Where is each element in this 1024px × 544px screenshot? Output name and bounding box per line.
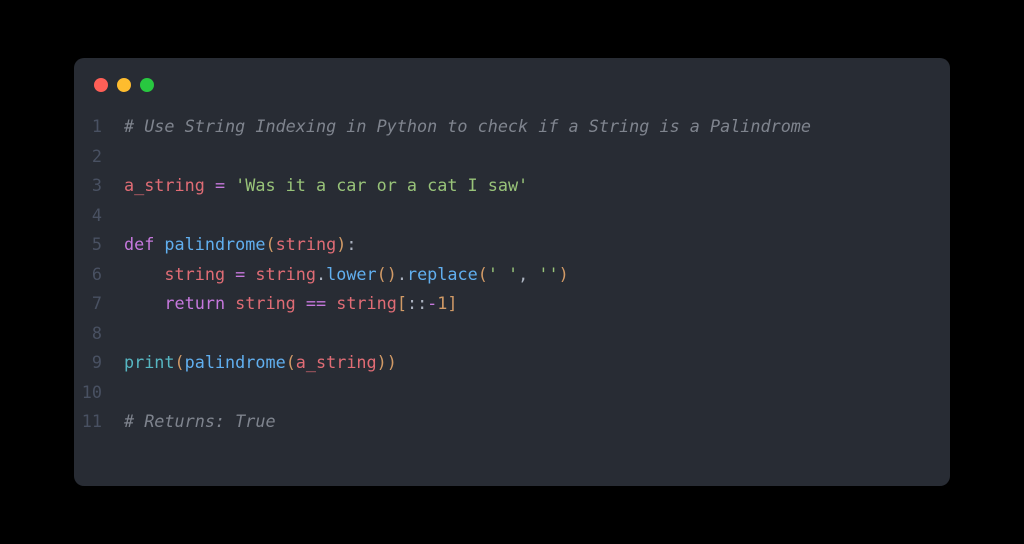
paren: ( xyxy=(286,352,296,372)
parameter: string xyxy=(276,234,337,254)
line-number: 4 xyxy=(74,201,124,231)
space xyxy=(296,293,306,313)
close-icon[interactable] xyxy=(94,78,108,92)
line-number: 7 xyxy=(74,289,124,319)
dot: . xyxy=(316,264,326,284)
operator: = xyxy=(215,175,225,195)
code-window: 1 # Use String Indexing in Python to che… xyxy=(74,58,950,486)
bracket: [ xyxy=(397,293,407,313)
code-area: 1 # Use String Indexing in Python to che… xyxy=(74,112,950,437)
code-line: 5 def palindrome(string): xyxy=(74,230,950,260)
space xyxy=(225,293,235,313)
string-literal: '' xyxy=(538,264,558,284)
space xyxy=(154,234,164,254)
code-line: 8 xyxy=(74,319,950,349)
space xyxy=(225,264,235,284)
line-number: 11 xyxy=(74,407,124,437)
argument: a_string xyxy=(296,352,377,372)
line-number: 3 xyxy=(74,171,124,201)
operator: = xyxy=(235,264,245,284)
keyword: def xyxy=(124,234,154,254)
operator: - xyxy=(427,293,437,313)
function-call: palindrome xyxy=(185,352,286,372)
method: lower xyxy=(326,264,377,284)
space xyxy=(225,175,235,195)
code-line: 10 xyxy=(74,378,950,408)
method: replace xyxy=(407,264,478,284)
keyword: return xyxy=(164,293,225,313)
paren: ( xyxy=(478,264,488,284)
paren: ) xyxy=(559,264,569,284)
colon: : xyxy=(346,234,356,254)
code-line: 7 return string == string[::-1] xyxy=(74,289,950,319)
dot: . xyxy=(397,264,407,284)
string-literal: ' ' xyxy=(488,264,518,284)
paren: ( xyxy=(265,234,275,254)
paren: ) xyxy=(336,234,346,254)
comment: # Returns: True xyxy=(124,411,276,431)
variable: string xyxy=(235,293,296,313)
code-line: 9 print(palindrome(a_string)) xyxy=(74,348,950,378)
line-number: 5 xyxy=(74,230,124,260)
line-number: 9 xyxy=(74,348,124,378)
paren: ( xyxy=(175,352,185,372)
comment: # Use String Indexing in Python to check… xyxy=(124,116,811,136)
variable: a_string xyxy=(124,175,205,195)
variable: string xyxy=(336,293,397,313)
code-line: 4 xyxy=(74,201,950,231)
space xyxy=(528,264,538,284)
window-titlebar xyxy=(74,78,950,112)
line-number: 8 xyxy=(74,319,124,349)
colon: : xyxy=(407,293,417,313)
paren: ) xyxy=(387,352,397,372)
space xyxy=(245,264,255,284)
variable: string xyxy=(164,264,225,284)
space xyxy=(205,175,215,195)
code-line: 11 # Returns: True xyxy=(74,407,950,437)
line-number: 10 xyxy=(74,378,124,408)
line-number: 1 xyxy=(74,112,124,142)
operator: == xyxy=(306,293,326,313)
number: 1 xyxy=(437,293,447,313)
string-literal: 'Was it a car or a cat I saw' xyxy=(235,175,528,195)
indent xyxy=(124,264,164,284)
comma: , xyxy=(518,264,528,284)
function-name: palindrome xyxy=(164,234,265,254)
code-line: 6 string = string.lower().replace(' ', '… xyxy=(74,260,950,290)
bracket: ] xyxy=(447,293,457,313)
code-line: 1 # Use String Indexing in Python to che… xyxy=(74,112,950,142)
paren: ) xyxy=(387,264,397,284)
variable: string xyxy=(255,264,316,284)
colon: : xyxy=(417,293,427,313)
indent xyxy=(124,293,164,313)
maximize-icon[interactable] xyxy=(140,78,154,92)
builtin: print xyxy=(124,352,175,372)
line-number: 6 xyxy=(74,260,124,290)
code-line: 2 xyxy=(74,142,950,172)
code-line: 3 a_string = 'Was it a car or a cat I sa… xyxy=(74,171,950,201)
line-number: 2 xyxy=(74,142,124,172)
paren: ( xyxy=(377,264,387,284)
space xyxy=(326,293,336,313)
minimize-icon[interactable] xyxy=(117,78,131,92)
paren: ) xyxy=(377,352,387,372)
